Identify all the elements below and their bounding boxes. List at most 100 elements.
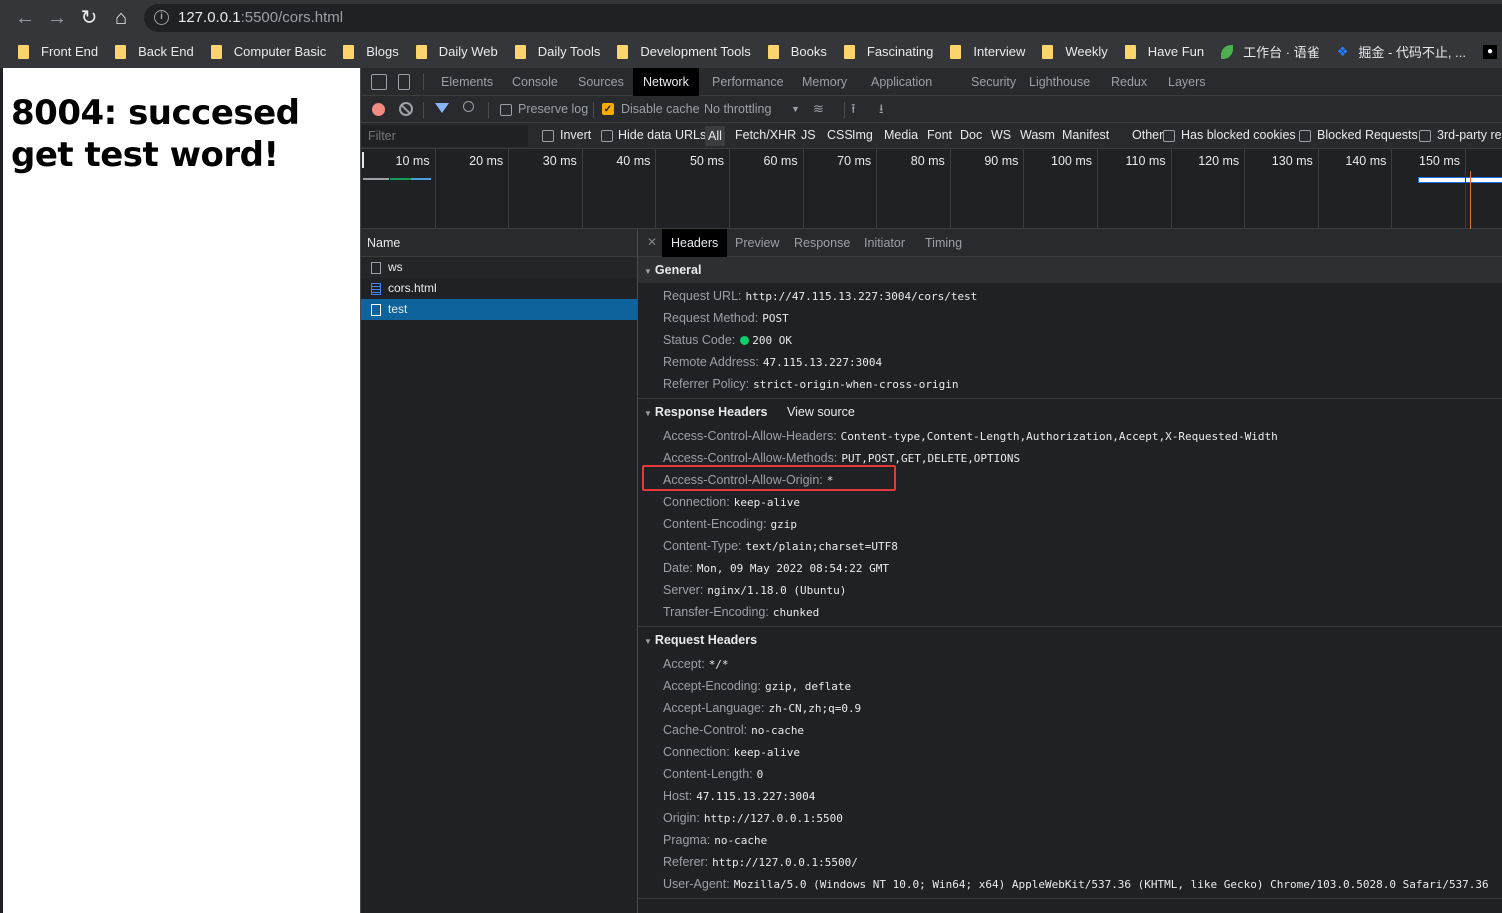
bookmark-item[interactable]: ❖ 掘金 - 代码不止, ... <box>1337 42 1466 61</box>
disable-cache-checkbox[interactable]: ✓ <box>602 103 614 115</box>
general-section-toggle[interactable]: ▼ General <box>638 257 1502 283</box>
header-value: gzip <box>770 518 798 531</box>
bookmark-item[interactable]: Back End <box>115 44 194 59</box>
header-value: no-cache <box>751 724 805 737</box>
tab-performance[interactable]: Performance <box>702 68 794 96</box>
tab-elements[interactable]: Elements <box>431 68 503 96</box>
device-toolbar-icon[interactable] <box>398 74 410 90</box>
folder-icon <box>767 44 779 59</box>
inspect-element-icon[interactable] <box>371 74 387 90</box>
header-value: http://127.0.0.1:5500 <box>703 812 843 825</box>
timeline-start-handle[interactable] <box>362 152 364 168</box>
type-filter-doc[interactable]: Doc <box>960 128 982 142</box>
details-tab-headers[interactable]: Headers <box>662 229 728 257</box>
bookmark-item[interactable]: ●M <box>1483 44 1502 59</box>
bookmark-item[interactable]: Have Fun <box>1124 44 1205 59</box>
tab-console[interactable]: Console <box>502 68 568 96</box>
name-column-header[interactable]: Name <box>361 229 637 257</box>
request-headers-toggle[interactable]: ▼ Request Headers <box>638 627 1502 653</box>
bookmark-item[interactable]: Front End <box>18 44 98 59</box>
invert-checkbox[interactable] <box>542 130 554 142</box>
hide-data-urls-checkbox[interactable] <box>601 130 613 142</box>
tab-memory[interactable]: Memory <box>792 68 857 96</box>
type-filter-media[interactable]: Media <box>884 128 918 142</box>
devtools-tabbar: Elements Console Sources Network Performance… <box>361 68 1502 96</box>
document-icon <box>371 282 381 295</box>
type-filter-fetch-xhr[interactable]: Fetch/XHR <box>735 128 796 142</box>
triangle-down-icon: ▼ <box>644 267 652 276</box>
details-tabbar: ✕ Headers Preview Response Initiator Timing <box>638 229 1502 257</box>
type-filter-manifest[interactable]: Manifest <box>1062 128 1109 142</box>
type-filter-css[interactable]: CSS <box>827 128 853 142</box>
blocked-requests-checkbox[interactable] <box>1299 130 1311 142</box>
forward-button[interactable]: → <box>44 5 70 31</box>
url-text[interactable]: 127.0.0.1:5500/cors.html <box>178 9 343 26</box>
request-row[interactable]: ws <box>361 257 637 278</box>
header-value: zh-CN,zh;q=0.9 <box>768 702 862 715</box>
header-row: Host: 47.115.13.227:3004 <box>638 785 1502 807</box>
type-filter-other[interactable]: Other <box>1132 128 1163 142</box>
type-filter-font[interactable]: Font <box>927 128 952 142</box>
filter-input[interactable] <box>361 125 528 147</box>
type-filter-all[interactable]: All <box>705 126 725 146</box>
network-conditions-icon[interactable]: ≋ <box>813 101 824 117</box>
type-filter-img[interactable]: Img <box>852 128 873 142</box>
third-party-checkbox[interactable] <box>1419 130 1431 142</box>
details-tab-initiator[interactable]: Initiator <box>855 229 914 257</box>
bookmark-item[interactable]: Weekly <box>1042 44 1108 59</box>
details-tab-response[interactable]: Response <box>785 229 859 257</box>
request-row[interactable]: test <box>361 299 637 320</box>
tab-layers[interactable]: Layers <box>1158 68 1216 96</box>
clear-icon[interactable] <box>399 102 413 116</box>
bookmark-label: Have Fun <box>1147 44 1205 59</box>
hide-data-urls-label: Hide data URLs <box>618 128 707 142</box>
has-blocked-cookies-checkbox[interactable] <box>1163 130 1175 142</box>
import-har-icon[interactable]: ⭱ <box>851 100 856 122</box>
timeline-tick-label: 20 ms <box>469 154 504 168</box>
tab-security[interactable]: Security <box>961 68 1026 96</box>
bookmark-item[interactable]: Fascinating <box>843 44 933 59</box>
type-filter-js[interactable]: JS <box>801 128 816 142</box>
tab-redux[interactable]: Redux <box>1101 68 1157 96</box>
filter-icon[interactable] <box>435 103 449 113</box>
close-icon[interactable]: ✕ <box>647 235 657 249</box>
reload-button[interactable]: ↻ <box>76 5 102 31</box>
header-row: Content-Encoding: gzip <box>638 513 1502 535</box>
chevron-down-icon[interactable]: ▼ <box>791 104 800 114</box>
address-bar[interactable]: i 127.0.0.1:5500/cors.html <box>144 4 1502 32</box>
waterfall-wait-bar <box>390 178 411 180</box>
bookmark-item[interactable]: Blogs <box>343 44 399 59</box>
tab-application[interactable]: Application <box>861 68 942 96</box>
triangle-down-icon: ▼ <box>644 637 652 646</box>
bookmark-item[interactable]: Interview <box>950 44 1025 59</box>
network-overview-timeline[interactable]: 10 ms 20 ms 30 ms 40 ms 50 ms 60 ms 70 ms 80 ms… <box>361 149 1502 229</box>
home-button[interactable]: ⌂ <box>108 5 134 31</box>
export-har-icon[interactable]: ⭳ <box>879 100 884 122</box>
tab-network[interactable]: Network <box>633 68 699 96</box>
tab-sources[interactable]: Sources <box>568 68 634 96</box>
record-icon[interactable] <box>372 103 385 116</box>
details-tab-preview[interactable]: Preview <box>726 229 788 257</box>
info-icon[interactable]: i <box>154 10 169 25</box>
bookmark-item[interactable]: Development Tools <box>617 44 751 59</box>
bookmark-item[interactable]: Daily Tools <box>514 44 601 59</box>
bookmark-item[interactable]: Computer Basic <box>210 44 326 59</box>
back-button[interactable]: ← <box>12 5 38 31</box>
header-name: Access-Control-Allow-Origin: <box>663 473 823 487</box>
type-filter-wasm[interactable]: Wasm <box>1020 128 1055 142</box>
throttling-select[interactable]: No throttling <box>704 102 771 116</box>
request-headers-section: ▼ Request Headers Accept: */* Accept-Encodi… <box>638 627 1502 899</box>
bookmark-item[interactable]: Daily Web <box>415 44 498 59</box>
search-icon[interactable] <box>463 101 474 112</box>
bookmark-label: Daily Tools <box>537 44 601 59</box>
tab-lighthouse[interactable]: Lighthouse <box>1019 68 1100 96</box>
type-filter-ws[interactable]: WS <box>991 128 1011 142</box>
request-row[interactable]: cors.html <box>361 278 637 299</box>
bookmark-item[interactable]: 工作台 · 语雀 <box>1221 42 1320 61</box>
details-tab-timing[interactable]: Timing <box>916 229 971 257</box>
view-source-link[interactable]: View source <box>787 399 855 425</box>
header-row: Content-Type: text/plain;charset=UTF8 <box>638 535 1502 557</box>
preserve-log-checkbox[interactable] <box>500 104 512 116</box>
bookmark-item[interactable]: Books <box>767 44 827 59</box>
response-headers-toggle[interactable]: ▼ Response Headers View source <box>638 399 1502 425</box>
